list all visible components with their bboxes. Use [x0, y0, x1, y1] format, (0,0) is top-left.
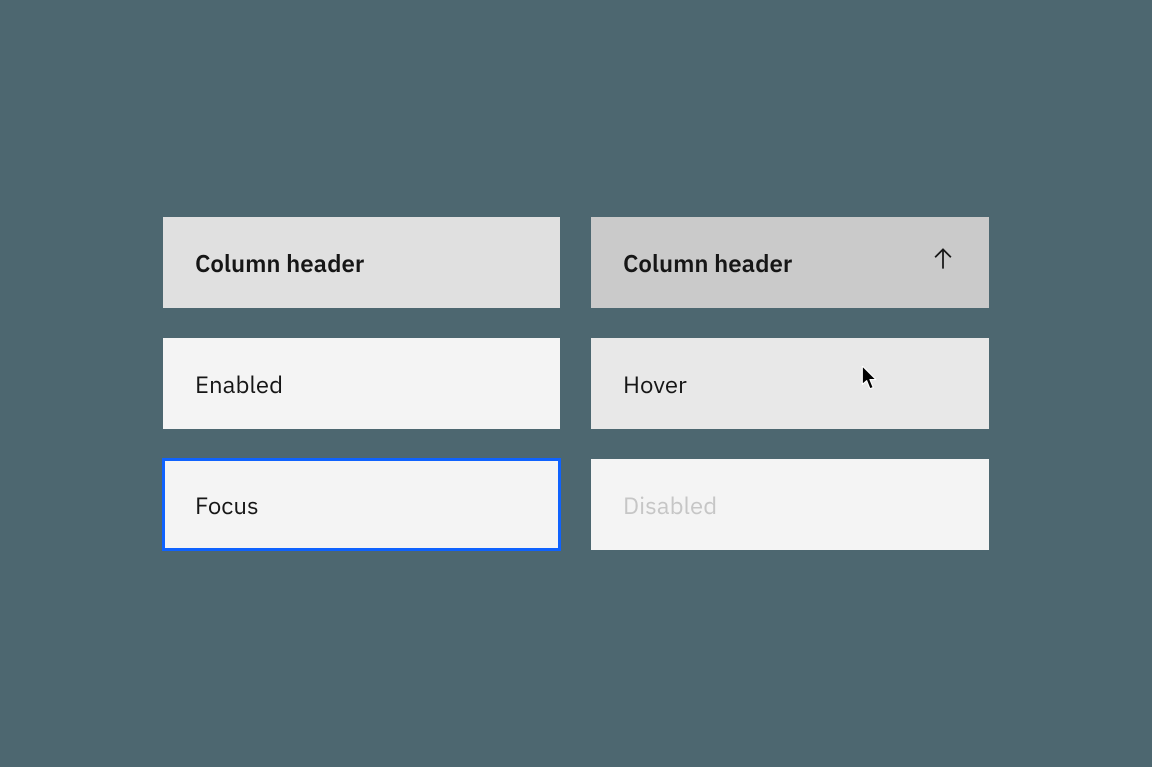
arrow-up-icon	[929, 245, 957, 280]
row-cell-label: Disabled	[623, 489, 717, 521]
row-cell-label: Enabled	[195, 368, 283, 400]
row-cell-focus[interactable]: Focus	[163, 459, 560, 550]
column-header-label: Column header	[623, 247, 792, 279]
states-grid: Column header Column header Enabled Hove…	[163, 217, 989, 550]
row-cell-hover[interactable]: Hover	[591, 338, 989, 429]
row-cell-label: Hover	[623, 368, 687, 400]
row-cell-label: Focus	[195, 489, 259, 521]
cursor-icon	[861, 366, 881, 392]
column-header-hover[interactable]: Column header	[591, 217, 989, 308]
row-cell-enabled[interactable]: Enabled	[163, 338, 560, 429]
column-header-label: Column header	[195, 247, 364, 279]
column-header-default[interactable]: Column header	[163, 217, 560, 308]
row-cell-disabled: Disabled	[591, 459, 989, 550]
